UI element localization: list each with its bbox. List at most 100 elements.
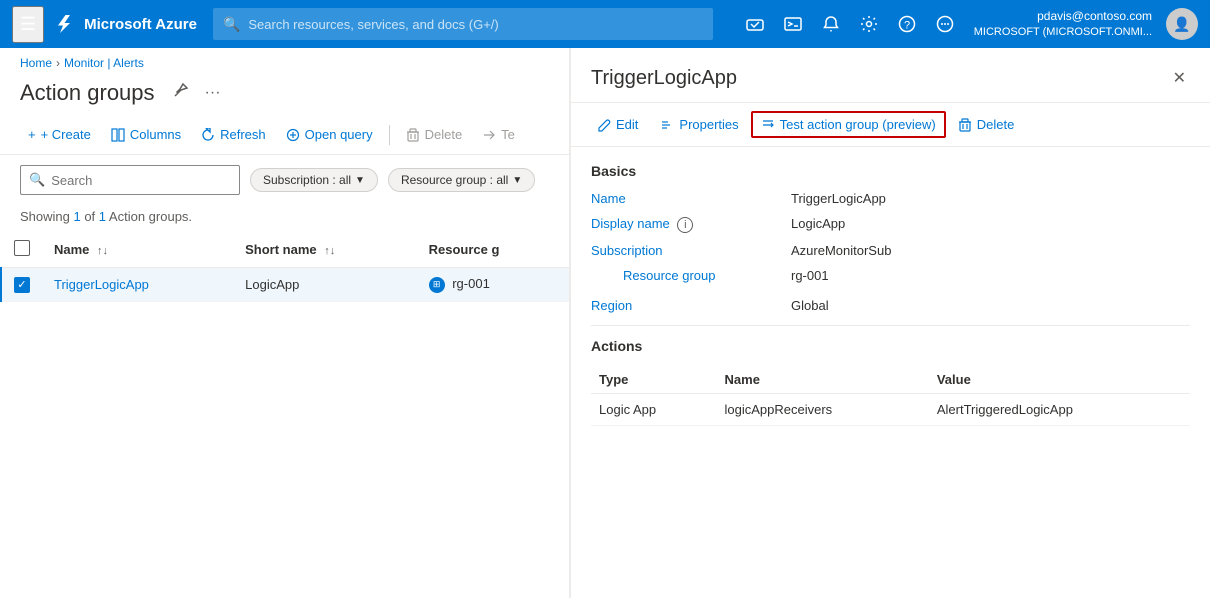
refresh-icon [201, 128, 215, 142]
notifications-button[interactable] [814, 7, 848, 41]
table-row[interactable]: ✓ TriggerLogicApp LogicApp ⊞ rg-001 [1, 268, 569, 302]
actions-header-row: Type Name Value [591, 366, 1190, 394]
user-info: pdavis@contoso.com MICROSOFT (MICROSOFT.… [974, 9, 1152, 39]
nav-icon-group: ? [738, 7, 962, 41]
global-search-box[interactable]: 🔍 [213, 8, 713, 40]
row-name-cell[interactable]: TriggerLogicApp [42, 268, 233, 302]
main-toolbar: + + Create Columns Refresh Open query De… [0, 115, 569, 155]
subscription-label: Subscription [591, 243, 791, 258]
properties-button[interactable]: Properties [650, 111, 748, 138]
name-value: TriggerLogicApp [791, 191, 886, 206]
te-label: Te [501, 127, 515, 142]
displayname-info-icon[interactable]: i [677, 217, 693, 233]
open-query-button[interactable]: Open query [278, 121, 381, 148]
region-label: Region [591, 298, 791, 313]
detail-subscription-row: Subscription AzureMonitorSub [591, 243, 1190, 258]
search-box-icon: 🔍 [29, 172, 45, 188]
feedback-button[interactable] [928, 7, 962, 41]
row-shortname: LogicApp [245, 277, 299, 292]
page-title: Action groups [20, 80, 155, 106]
azure-logo-text: Microsoft Azure [84, 16, 197, 33]
more-options-button[interactable]: ··· [201, 80, 225, 106]
breadcrumb-home[interactable]: Home [20, 56, 52, 70]
table-container: Name ↑↓ Short name ↑↓ Resource g [0, 232, 569, 598]
te-button[interactable]: Te [474, 121, 523, 148]
name-sort-icon[interactable]: ↑↓ [97, 245, 108, 257]
delete-button[interactable]: Delete [398, 121, 471, 148]
search-box[interactable]: 🔍 [20, 165, 240, 195]
table-header-checkbox[interactable] [1, 232, 42, 268]
section-divider [591, 325, 1190, 326]
user-tenant: MICROSOFT (MICROSOFT.ONMI... [974, 25, 1152, 39]
test-action-group-label: Test action group (preview) [780, 117, 936, 132]
actions-type-header: Type [591, 366, 717, 394]
name-label: Name [591, 191, 791, 206]
right-panel-header: TriggerLogicApp ✕ [571, 48, 1210, 103]
resource-group-filter[interactable]: Resource group : all ▼ [388, 168, 535, 192]
top-navigation: ☰ Microsoft Azure 🔍 ? pdavis@contoso.com [0, 0, 1210, 48]
search-input[interactable] [51, 173, 231, 188]
user-avatar[interactable]: 👤 [1166, 8, 1198, 40]
delete-icon [406, 128, 420, 142]
help-button[interactable]: ? [890, 7, 924, 41]
create-icon: + [28, 127, 36, 142]
shortname-sort-icon[interactable]: ↑↓ [324, 245, 335, 257]
subscription-filter-chevron: ▼ [355, 175, 365, 186]
actions-table: Type Name Value Logic App logicAppReceiv… [591, 366, 1190, 426]
row-resourcegroup: rg-001 [452, 276, 490, 291]
refresh-button[interactable]: Refresh [193, 121, 274, 148]
row-checkbox-cell[interactable]: ✓ [1, 268, 42, 302]
cloud-shell-button[interactable] [738, 7, 772, 41]
showing-total[interactable]: 1 [99, 209, 106, 224]
edit-button[interactable]: Edit [587, 111, 648, 138]
detail-resourcegroup-row: Resource group rg-001 [591, 268, 1190, 288]
breadcrumb-monitor[interactable]: Monitor | Alerts [64, 56, 144, 70]
right-delete-icon [958, 118, 972, 132]
subscription-value: AzureMonitorSub [791, 243, 891, 258]
hamburger-menu-button[interactable]: ☰ [12, 6, 44, 43]
action-name-cell: logicAppReceivers [717, 394, 929, 426]
create-button[interactable]: + + Create [20, 121, 99, 148]
create-label: + Create [41, 127, 91, 142]
table-header-shortname: Short name ↑↓ [233, 232, 416, 268]
test-action-group-icon [761, 118, 775, 132]
basics-section-title: Basics [591, 163, 1190, 179]
detail-displayname-row: Display name i LogicApp [591, 216, 1190, 233]
right-toolbar: Edit Properties Test action group (previ… [571, 103, 1210, 147]
table-header-name: Name ↑↓ [42, 232, 233, 268]
right-delete-button[interactable]: Delete [948, 111, 1025, 138]
showing-current[interactable]: 1 [73, 209, 80, 224]
global-search-input[interactable] [248, 17, 703, 32]
subscription-filter[interactable]: Subscription : all ▼ [250, 168, 378, 192]
resourcegroup-value: rg-001 [791, 268, 829, 283]
region-value: Global [791, 298, 829, 313]
delete-label: Delete [425, 127, 463, 142]
close-button[interactable]: ✕ [1169, 64, 1190, 92]
row-shortname-cell: LogicApp [233, 268, 416, 302]
row-resourcegroup-cell: ⊞ rg-001 [417, 268, 569, 302]
displayname-value: LogicApp [791, 216, 845, 231]
showing-prefix: Showing [20, 209, 73, 224]
detail-region-row: Region Global [591, 298, 1190, 313]
properties-icon [660, 118, 674, 132]
right-panel-title: TriggerLogicApp [591, 67, 1169, 90]
action-groups-table: Name ↑↓ Short name ↑↓ Resource g [0, 232, 569, 302]
svg-text:?: ? [904, 20, 910, 32]
open-query-icon [286, 128, 300, 142]
pin-button[interactable] [169, 78, 193, 107]
actions-section-title: Actions [591, 338, 1190, 354]
settings-button[interactable] [852, 7, 886, 41]
showing-sep: of [81, 209, 99, 224]
detail-name-row: Name TriggerLogicApp [591, 191, 1190, 206]
properties-label: Properties [679, 117, 738, 132]
terminal-button[interactable] [776, 7, 810, 41]
user-email: pdavis@contoso.com [1037, 9, 1152, 25]
left-panel: Home › Monitor | Alerts Action groups ··… [0, 48, 570, 598]
row-name: TriggerLogicApp [54, 277, 149, 292]
resource-group-filter-chevron: ▼ [512, 175, 522, 186]
resource-group-filter-label: Resource group : all [401, 173, 508, 187]
test-action-group-button[interactable]: Test action group (preview) [751, 111, 946, 138]
columns-button[interactable]: Columns [103, 121, 189, 148]
action-value-cell: AlertTriggeredLogicApp [929, 394, 1190, 426]
subscription-filter-label: Subscription : all [263, 173, 351, 187]
